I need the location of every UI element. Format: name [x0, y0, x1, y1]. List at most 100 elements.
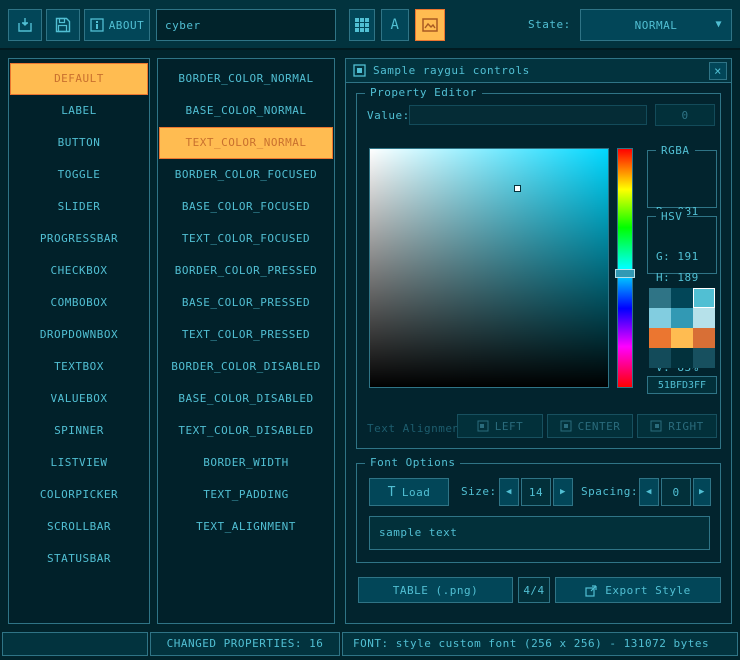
palette-cell[interactable] — [649, 348, 671, 368]
color-picker-cursor[interactable] — [514, 185, 521, 192]
close-icon: × — [714, 64, 722, 78]
control-item-slider[interactable]: SLIDER — [9, 191, 149, 223]
save-icon — [55, 17, 71, 33]
property-item[interactable]: TEXT_COLOR_FOCUSED — [158, 223, 334, 255]
export-icon — [585, 584, 598, 597]
size-decrement-button[interactable]: ◀ — [499, 478, 519, 506]
palette-cell[interactable] — [649, 328, 671, 348]
align-center-label: CENTER — [578, 420, 621, 433]
style-name-input[interactable] — [156, 9, 336, 41]
palette-cell[interactable] — [671, 328, 693, 348]
page-indicator: 4/4 — [518, 577, 550, 603]
property-item[interactable]: BASE_COLOR_PRESSED — [158, 287, 334, 319]
palette-cell[interactable] — [671, 288, 693, 308]
value-label: Value: — [367, 109, 410, 122]
control-item-progressbar[interactable]: PROGRESSBAR — [9, 223, 149, 255]
chevron-right-icon: ▶ — [560, 487, 566, 497]
control-item-valuebox[interactable]: VALUEBOX — [9, 383, 149, 415]
control-item-label[interactable]: LABEL — [9, 95, 149, 127]
palette-cell[interactable] — [649, 288, 671, 308]
export-style-button[interactable]: Export Style — [555, 577, 721, 603]
chevron-left-icon: ◀ — [506, 487, 512, 497]
close-button[interactable]: × — [709, 62, 727, 80]
control-item-toggle[interactable]: TOGGLE — [9, 159, 149, 191]
align-left-icon — [477, 420, 489, 432]
control-item-default[interactable]: DEFAULT — [10, 63, 148, 95]
spacing-increment-button[interactable]: ▶ — [693, 478, 711, 506]
chevron-right-icon: ▶ — [699, 487, 705, 497]
color-picker-panel[interactable] — [369, 148, 609, 388]
palette-cell[interactable] — [693, 348, 715, 368]
table-png-button[interactable]: TABLE (.png) — [358, 577, 513, 603]
property-item[interactable]: BORDER_COLOR_DISABLED — [158, 351, 334, 383]
control-item-combobox[interactable]: COMBOBOX — [9, 287, 149, 319]
spacing-value-box[interactable]: 0 — [661, 478, 691, 506]
property-item[interactable]: BASE_COLOR_DISABLED — [158, 383, 334, 415]
palette-cell-selected[interactable] — [693, 288, 715, 308]
control-item-colorpicker[interactable]: COLORPICKER — [9, 479, 149, 511]
property-item[interactable]: TEXT_COLOR_DISABLED — [158, 415, 334, 447]
font-icon: A — [391, 17, 400, 33]
palette-cell[interactable] — [671, 308, 693, 328]
hue-slider[interactable] — [615, 269, 635, 278]
align-center-button[interactable]: CENTER — [547, 414, 633, 438]
hex-value: 51BFD3FF — [658, 380, 706, 391]
property-item[interactable]: BORDER_WIDTH — [158, 447, 334, 479]
align-right-button[interactable]: RIGHT — [637, 414, 717, 438]
font-mode-button[interactable]: A — [381, 9, 409, 41]
size-value-box[interactable]: 14 — [521, 478, 551, 506]
load-font-button[interactable]: T Load — [369, 478, 449, 506]
palette-cell[interactable] — [649, 308, 671, 328]
palette-cell[interactable] — [693, 328, 715, 348]
about-button[interactable]: ABOUT — [84, 9, 150, 41]
control-item-dropdownbox[interactable]: DROPDOWNBOX — [9, 319, 149, 351]
property-item[interactable]: TEXT_PADDING — [158, 479, 334, 511]
save-style-button[interactable] — [46, 9, 80, 41]
property-editor-group: Property Editor Value: 0 RGBA R: 081 G: … — [356, 93, 721, 449]
align-right-icon — [650, 420, 662, 432]
properties-list: BORDER_COLOR_NORMAL BASE_COLOR_NORMAL TE… — [157, 58, 335, 624]
property-item[interactable]: BASE_COLOR_NORMAL — [158, 95, 334, 127]
property-item-selected[interactable]: TEXT_COLOR_NORMAL — [159, 127, 333, 159]
spacing-decrement-button[interactable]: ◀ — [639, 478, 659, 506]
property-item[interactable]: BORDER_COLOR_PRESSED — [158, 255, 334, 287]
style-table-image-button[interactable] — [415, 9, 445, 41]
load-style-button[interactable] — [8, 9, 42, 41]
hue-bar[interactable] — [617, 148, 633, 388]
window-titlebar[interactable]: Sample raygui controls × — [346, 59, 731, 83]
size-increment-button[interactable]: ▶ — [553, 478, 573, 506]
table-view-button[interactable] — [349, 9, 375, 41]
align-left-label: LEFT — [495, 420, 524, 433]
font-info-text: FONT: style custom font (256 x 256) - 13… — [353, 637, 709, 650]
property-item[interactable]: TEXT_ALIGNMENT — [158, 511, 334, 543]
hsv-label: HSV — [656, 209, 687, 224]
property-item[interactable]: BORDER_COLOR_NORMAL — [158, 63, 334, 95]
control-item-textbox[interactable]: TEXTBOX — [9, 351, 149, 383]
property-item[interactable]: TEXT_COLOR_PRESSED — [158, 319, 334, 351]
text-T-icon: T — [388, 485, 396, 500]
state-label: State: — [528, 18, 571, 31]
table-png-label: TABLE (.png) — [393, 584, 478, 597]
image-icon — [422, 18, 438, 32]
sample-text-box[interactable]: sample text — [369, 516, 710, 550]
size-value: 14 — [529, 486, 543, 499]
style-color-palette — [649, 288, 715, 368]
control-item-checkbox[interactable]: CHECKBOX — [9, 255, 149, 287]
hex-value-box[interactable]: 51BFD3FF — [647, 376, 717, 394]
palette-cell[interactable] — [693, 308, 715, 328]
align-left-button[interactable]: LEFT — [457, 414, 543, 438]
palette-cell[interactable] — [671, 348, 693, 368]
spacing-label: Spacing: — [581, 485, 638, 498]
control-item-statusbar[interactable]: STATUSBAR — [9, 543, 149, 575]
control-item-spinner[interactable]: SPINNER — [9, 415, 149, 447]
load-font-label: Load — [402, 486, 431, 499]
control-item-scrollbar[interactable]: SCROLLBAR — [9, 511, 149, 543]
value-input[interactable] — [409, 105, 647, 125]
control-item-button[interactable]: BUTTON — [9, 127, 149, 159]
font-options-label: Font Options — [365, 456, 460, 469]
state-dropdown[interactable]: NORMAL ▼ — [580, 9, 732, 41]
property-item[interactable]: BORDER_COLOR_FOCUSED — [158, 159, 334, 191]
control-item-listview[interactable]: LISTVIEW — [9, 447, 149, 479]
property-item[interactable]: BASE_COLOR_FOCUSED — [158, 191, 334, 223]
value-box[interactable]: 0 — [655, 104, 715, 126]
